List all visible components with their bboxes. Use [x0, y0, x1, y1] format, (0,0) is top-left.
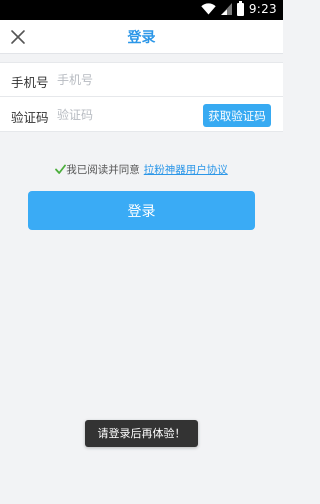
- toast-message: 请登录后再体验！: [85, 420, 198, 447]
- status-time: 9:23: [248, 2, 277, 16]
- phone-row: 手机号: [0, 63, 283, 97]
- login-button[interactable]: 登录: [28, 191, 255, 230]
- phone-label: 手机号: [11, 75, 49, 90]
- code-row: 验证码 获取验证码: [0, 98, 283, 132]
- user-agreement-link[interactable]: 拉粉神器用户协议: [144, 164, 228, 176]
- signal-icon: [220, 3, 232, 15]
- app-bar: 登录: [0, 20, 283, 54]
- get-code-button[interactable]: 获取验证码: [203, 104, 271, 127]
- page-title: 登录: [127, 30, 156, 46]
- agreement-row: 我已阅读并同意 拉粉神器用户协议: [0, 162, 283, 177]
- code-input[interactable]: [57, 104, 197, 126]
- status-bar: 9:23: [0, 0, 283, 20]
- battery-icon: [236, 0, 244, 16]
- wifi-icon: [201, 3, 216, 15]
- code-label: 验证码: [11, 110, 49, 125]
- agreement-text: 我已阅读并同意: [66, 164, 140, 176]
- login-form: 手机号 验证码 获取验证码: [0, 62, 283, 132]
- status-icons: 9:23: [201, 0, 277, 16]
- checkmark-icon[interactable]: [55, 164, 67, 175]
- phone-input[interactable]: [57, 69, 197, 91]
